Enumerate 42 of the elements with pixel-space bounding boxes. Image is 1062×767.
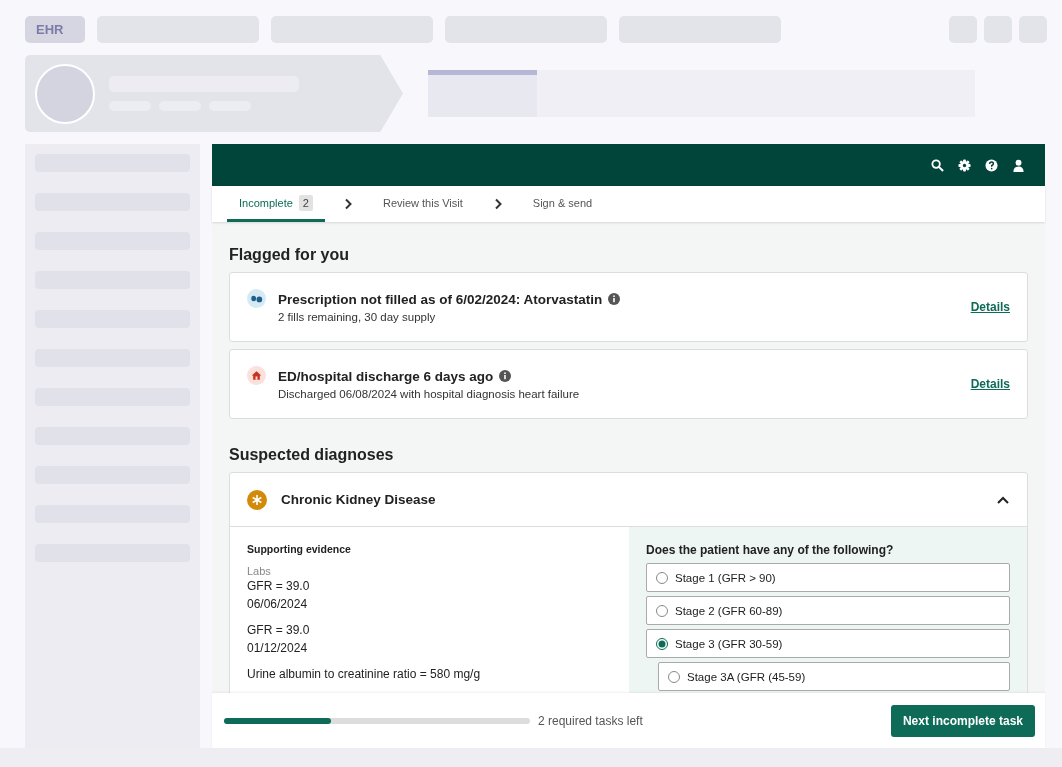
diagnosis-name: Chronic Kidney Disease xyxy=(281,492,437,507)
radio-button[interactable] xyxy=(656,571,668,584)
option-row[interactable]: Stage 2 (GFR 60-89) xyxy=(646,596,1010,625)
option-row[interactable]: Stage 3 (GFR 30-59) xyxy=(646,629,1010,658)
help-icon[interactable] xyxy=(985,158,998,172)
search-icon[interactable] xyxy=(931,158,944,172)
settings-icon[interactable] xyxy=(958,158,971,172)
house-icon xyxy=(247,366,266,385)
alert-title: Prescription not filled as of 6/02/2024: Atorvastatin xyxy=(278,291,603,307)
details-link[interactable]: Details xyxy=(970,300,1010,314)
info-icon[interactable] xyxy=(608,293,621,305)
tab[interactable]: Review this Visit xyxy=(370,186,475,222)
evidence-text: Urine albumin to creatinine ratio = 580 mg/g xyxy=(247,667,482,681)
tab[interactable]: Sign & send xyxy=(520,186,605,222)
details-link[interactable]: Details xyxy=(970,377,1010,391)
asterisk-icon xyxy=(247,489,267,510)
logo: EHR xyxy=(25,16,85,43)
question-text: Does the patient have any of the following? xyxy=(646,543,895,557)
section-title: Flagged for you xyxy=(229,246,350,264)
evidence-text: GFR = 39.0 xyxy=(247,579,311,593)
next-task-button[interactable]: Next incomplete task xyxy=(890,704,1035,737)
pills-icon xyxy=(247,289,266,308)
section-title: Suspected diagnoses xyxy=(229,446,395,464)
option-row[interactable]: Stage 1 (GFR > 90) xyxy=(646,563,1010,592)
evidence-category: Labs xyxy=(247,565,272,577)
alert-title: ED/hospital discharge 6 days ago xyxy=(278,368,494,384)
radio-button[interactable] xyxy=(668,670,680,683)
user-icon[interactable] xyxy=(1012,158,1025,172)
chevron-up-icon[interactable] xyxy=(996,494,1010,505)
evidence-text: GFR = 39.0 xyxy=(247,623,311,637)
info-icon[interactable] xyxy=(499,370,512,382)
count-badge: 2 xyxy=(298,194,313,211)
radio-button[interactable] xyxy=(656,637,668,650)
evidence-text: 01/12/2024 xyxy=(247,641,309,655)
tab[interactable]: Incomplete 2 xyxy=(227,186,325,222)
evidence-text: 06/06/2024 xyxy=(247,597,309,611)
radio-button[interactable] xyxy=(656,604,668,617)
evidence-title: Supporting evidence xyxy=(247,543,352,555)
alert-subtitle: 2 fills remaining, 30 day supply xyxy=(278,310,437,323)
option-row[interactable]: Stage 3A (GFR (45-59) xyxy=(658,662,1010,691)
tasks-left-text: 2 required tasks left xyxy=(538,713,644,728)
alert-subtitle: Discharged 06/08/2024 with hospital diagnosis heart failure xyxy=(278,387,581,400)
